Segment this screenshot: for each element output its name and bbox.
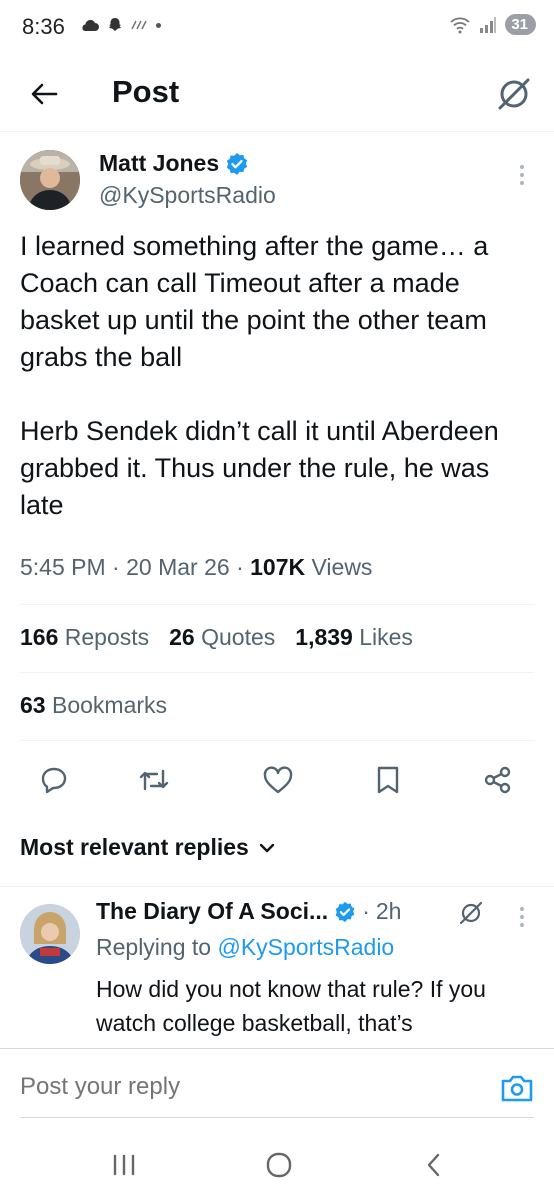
reply-more-options-button[interactable] [512, 904, 532, 930]
dot-icon [156, 22, 161, 28]
system-icons: 31 [449, 14, 536, 35]
arrow-left-icon [31, 83, 58, 105]
wifi-icon [450, 17, 470, 33]
reply-icon [41, 767, 67, 794]
page-title: Post [112, 74, 180, 109]
author-avatar[interactable] [20, 150, 80, 210]
recent-apps-icon [113, 1154, 135, 1176]
author-name-text: Matt Jones [99, 150, 220, 176]
replying-to: Replying to @KySportsRadio [96, 934, 394, 961]
reply-author-name-text: The Diary Of A Soci... [96, 898, 329, 924]
chevron-left-icon [427, 1153, 440, 1177]
system-nav-bar [0, 1130, 554, 1200]
cell-signal-icon [480, 16, 497, 33]
reply-button[interactable] [34, 760, 74, 800]
reply-author-avatar[interactable] [20, 904, 80, 964]
more-options-button[interactable] [512, 160, 532, 190]
author-handle[interactable]: @KySportsRadio [99, 182, 276, 209]
grok-icon [498, 78, 530, 110]
replies-sort-dropdown[interactable]: Most relevant replies [20, 834, 275, 861]
more-dot-icon [520, 923, 524, 927]
camera-button[interactable] [500, 1073, 534, 1103]
bookmarks-count: 63 [20, 692, 46, 718]
reply-text: How did you not know that rule? If you w… [96, 976, 486, 1036]
likes-stat[interactable]: 1,839 Likes [295, 624, 413, 651]
author-name[interactable]: Matt Jones [99, 150, 249, 177]
tweet-text: I learned something after the game… a Co… [20, 231, 499, 520]
separator: · [362, 898, 370, 924]
reposts-label: Reposts [64, 624, 150, 650]
bookmarks-stat[interactable]: 63 Bookmarks [20, 692, 167, 719]
likes-label: Likes [359, 624, 413, 650]
reply-input[interactable] [20, 1073, 440, 1101]
quotes-stat[interactable]: 26 Quotes [169, 624, 275, 651]
back-button[interactable] [24, 74, 64, 114]
action-bar [0, 760, 554, 800]
snapchat-icon [109, 18, 121, 31]
signal-slash-icon [131, 20, 147, 30]
quotes-count: 26 [169, 624, 195, 650]
like-button[interactable] [258, 760, 298, 800]
grok-icon [459, 901, 483, 925]
home-button[interactable] [259, 1150, 299, 1180]
bookmark-icon [377, 766, 399, 794]
status-bar: 8:36 31 [0, 0, 554, 58]
input-underline [20, 1117, 534, 1118]
chevron-down-icon [259, 843, 275, 852]
reply-grok-button[interactable] [456, 898, 486, 928]
verified-badge-icon [335, 901, 355, 922]
cloud-icon [82, 19, 99, 31]
heart-icon [263, 766, 293, 794]
reply-compose-bar [0, 1048, 554, 1130]
notification-icons [80, 16, 161, 34]
replying-prefix: Replying to [96, 934, 212, 960]
tweet-meta: 5:45 PM · 20 Mar 26 · 107K Views [20, 554, 372, 581]
share-button[interactable] [478, 760, 518, 800]
quotes-label: Quotes [201, 624, 276, 650]
reply-time[interactable]: 2h [376, 898, 402, 925]
divider [20, 604, 534, 605]
divider [0, 886, 554, 887]
divider [20, 740, 534, 741]
views-count: 107K [250, 554, 306, 580]
views-label: Views [311, 554, 373, 580]
verified-badge-icon [226, 152, 248, 175]
more-dot-icon [520, 181, 524, 185]
recent-apps-button[interactable] [104, 1150, 144, 1180]
grok-button[interactable] [492, 72, 536, 116]
more-dot-icon [520, 907, 524, 911]
more-dot-icon [520, 915, 524, 919]
engagement-stats: 166 Reposts 26 Quotes 1,839 Likes [20, 624, 413, 651]
likes-count: 1,839 [295, 624, 353, 650]
replying-handle-link[interactable]: @KySportsRadio [217, 934, 394, 960]
separator: · [236, 554, 251, 580]
more-dot-icon [520, 165, 524, 169]
divider [20, 672, 534, 673]
tweet-date[interactable]: 20 Mar 26 [126, 554, 230, 580]
reposts-count: 166 [20, 624, 59, 650]
home-icon [266, 1152, 292, 1178]
repost-button[interactable] [134, 760, 174, 800]
status-time: 8:36 [22, 14, 65, 39]
reposts-stat[interactable]: 166 Reposts [20, 624, 149, 651]
more-dot-icon [520, 173, 524, 177]
bookmarks-label: Bookmarks [51, 692, 168, 718]
tweet-time[interactable]: 5:45 PM [20, 554, 106, 580]
battery-indicator: 31 [505, 14, 536, 35]
separator: · [112, 554, 127, 580]
avatar-image [20, 150, 80, 210]
replies-sort-label: Most relevant replies [20, 834, 249, 860]
share-icon [484, 766, 511, 794]
top-bar: Post [0, 58, 554, 132]
system-back-button[interactable] [414, 1150, 454, 1180]
camera-icon [501, 1075, 533, 1102]
reply-author-name[interactable]: The Diary Of A Soci... · 2h [96, 898, 401, 925]
repost-icon [139, 769, 169, 791]
bookmark-button[interactable] [368, 760, 408, 800]
avatar-image [20, 904, 80, 964]
